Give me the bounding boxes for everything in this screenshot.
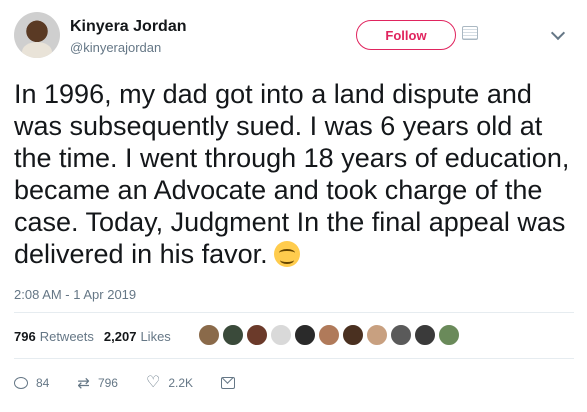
liker-avatar[interactable] <box>414 324 436 346</box>
likes-label[interactable]: Likes <box>140 329 170 344</box>
liker-avatar[interactable] <box>438 324 460 346</box>
liker-avatar[interactable] <box>222 324 244 346</box>
follow-button[interactable]: Follow <box>356 20 456 50</box>
user-handle[interactable]: @kinyerajordan <box>70 40 161 55</box>
reply-button[interactable]: 84 <box>14 376 49 390</box>
liker-avatar[interactable] <box>318 324 340 346</box>
retweets-count[interactable]: 796 <box>14 329 36 344</box>
heart-icon: ♡ <box>145 374 161 391</box>
reply-icon <box>14 377 28 389</box>
envelope-icon <box>221 377 235 389</box>
likes-count[interactable]: 2,207 <box>104 329 137 344</box>
retweet-count: 796 <box>97 376 118 390</box>
liker-avatar[interactable] <box>342 324 364 346</box>
display-name[interactable]: Kinyera Jordan <box>70 18 186 36</box>
tweet-text: In 1996, my dad got into a land dispute … <box>14 79 570 269</box>
like-count: 2.2K <box>168 376 193 390</box>
retweet-icon: ⇄ <box>77 374 90 392</box>
smiling-face-emoji-icon <box>273 241 300 267</box>
direct-message-button[interactable] <box>221 377 235 389</box>
avatar[interactable] <box>14 12 60 58</box>
divider <box>14 312 574 313</box>
retweet-button[interactable]: ⇄ 796 <box>77 376 118 391</box>
liker-avatar[interactable] <box>294 324 316 346</box>
tweet-body: In 1996, my dad got into a land dispute … <box>14 78 574 270</box>
reply-count: 84 <box>36 376 50 390</box>
tweet-timestamp[interactable]: 2:08 AM - 1 Apr 2019 <box>14 287 136 302</box>
tweet-actions: 84 ⇄ 796 ♡ 2.2K <box>14 372 263 394</box>
liker-avatar[interactable] <box>198 324 220 346</box>
chevron-down-icon[interactable] <box>550 25 566 41</box>
divider <box>14 358 574 359</box>
retweets-label[interactable]: Retweets <box>40 329 94 344</box>
tweet-header: Kinyera Jordan @kinyerajordan Follow <box>14 12 574 68</box>
liker-avatar[interactable] <box>390 324 412 346</box>
like-button[interactable]: ♡ 2.2K <box>146 375 193 391</box>
liker-avatar[interactable] <box>246 324 268 346</box>
liker-avatar[interactable] <box>366 324 388 346</box>
liker-avatars <box>198 324 462 346</box>
liker-avatar[interactable] <box>270 324 292 346</box>
profile-card-icon[interactable] <box>462 26 478 40</box>
engagement-stats: 796 Retweets 2,207 Likes <box>14 324 181 348</box>
